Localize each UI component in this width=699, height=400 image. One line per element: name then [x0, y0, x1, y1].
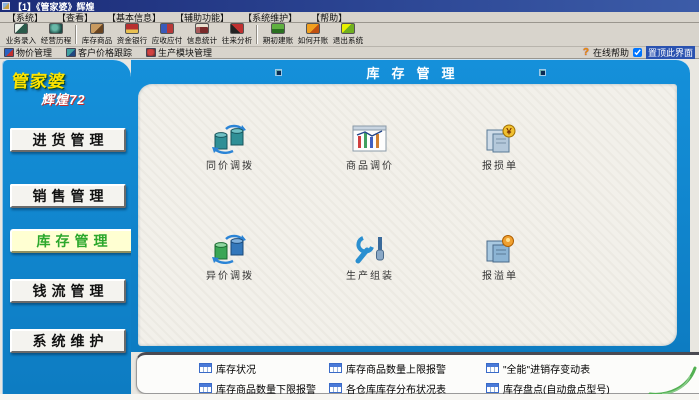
- feature-overflow-report[interactable]: 报溢单: [440, 234, 560, 298]
- toolbar-funds-bank[interactable]: 资金银行: [114, 23, 149, 46]
- menu-view[interactable]: 【查看】: [50, 11, 100, 24]
- report-links-panel: 库存状况 库存商品数量上限报警 "全能"进销存变动表 库存商品数量下限报警 各仓…: [136, 352, 699, 394]
- sidebar-item-sales[interactable]: 销售管理: [10, 184, 126, 208]
- feature-goods-price-adjust[interactable]: 商品调价: [310, 124, 430, 188]
- report-table-icon: [329, 363, 342, 373]
- toolbar-price-manage[interactable]: 物价管理: [4, 46, 52, 59]
- toolbar-analysis[interactable]: 往来分析: [219, 23, 254, 46]
- money-icon: [160, 23, 174, 34]
- help-icon: ?: [583, 47, 589, 58]
- secondary-toolbar: 物价管理 客户价格跟踪 生产模块管理 ? 在线帮助 置顶此界面: [0, 47, 699, 59]
- toolbar-info-statistics[interactable]: 信息统计: [184, 23, 219, 46]
- link-inventory-status[interactable]: 库存状况: [199, 360, 256, 376]
- sidebar-item-inventory[interactable]: 库存管理: [10, 229, 134, 253]
- title-bullet-icon: [539, 69, 546, 76]
- report-table-icon: [486, 383, 499, 393]
- menu-aux-functions[interactable]: 【辅助功能】: [168, 11, 236, 24]
- menu-system[interactable]: 【系统】: [0, 11, 50, 24]
- main-title-row: 库存管理: [131, 60, 690, 84]
- title-bullet-icon: [275, 69, 282, 76]
- feature-production-assembly[interactable]: 生产组装: [310, 234, 430, 298]
- price-manage-icon: [4, 48, 14, 57]
- report-table-icon: [329, 383, 342, 393]
- online-help-link[interactable]: 在线帮助: [593, 46, 629, 59]
- topmost-checkbox[interactable]: [633, 48, 642, 57]
- page-title: 库存管理: [354, 63, 466, 82]
- svg-text:￥: ￥: [505, 127, 513, 136]
- main-toolbar: 业务录入 经营历程 库存商品 资金银行 应收应付 信息统计 往来分析: [0, 23, 699, 47]
- toolbar-right-group: ? 在线帮助 置顶此界面: [583, 46, 695, 59]
- menu-help[interactable]: 【帮助】: [304, 11, 354, 24]
- toolbar-initial-account[interactable]: 期初建账: [260, 23, 295, 46]
- topmost-label[interactable]: 置顶此界面: [646, 46, 695, 59]
- mascot-swirl-decoration: [648, 364, 698, 398]
- production-assembly-icon: [352, 234, 388, 264]
- toolbar-receivable-payable[interactable]: 应收应付: [149, 23, 184, 46]
- toolbar-business-history[interactable]: 经营历程: [38, 23, 73, 46]
- history-icon: [49, 23, 63, 34]
- bank-icon: [125, 23, 139, 34]
- toolbar-business-entry[interactable]: 业务录入: [3, 23, 38, 46]
- question-icon: [306, 23, 320, 34]
- toolbar-how-to-open[interactable]: 如何开账: [295, 23, 330, 46]
- report-table-icon: [199, 383, 212, 393]
- main-panel: 库存管理 同价调拨: [131, 59, 690, 352]
- toolbar-exit-system[interactable]: 退出系统: [330, 23, 365, 46]
- loss-report-icon: ￥: [482, 124, 518, 154]
- menu-bar: 【系统】 【查看】 【基本信息】 【辅助功能】 【系统维护】 【帮助】: [0, 12, 699, 23]
- sidebar-item-purchase[interactable]: 进货管理: [10, 128, 126, 152]
- toolbar-customer-price-track[interactable]: 客户价格跟踪: [66, 46, 132, 59]
- exit-icon: [341, 23, 355, 34]
- goods-icon: [90, 23, 104, 34]
- overflow-report-icon: [482, 234, 518, 264]
- toolbar-separator: [75, 25, 77, 44]
- analysis-icon: [230, 23, 244, 34]
- same-price-transfer-icon: [211, 124, 249, 154]
- entry-icon: [14, 23, 28, 34]
- menu-system-maintenance[interactable]: 【系统维护】: [236, 11, 304, 24]
- init-icon: [271, 23, 285, 34]
- stats-icon: [195, 23, 209, 34]
- sidebar-item-maintenance[interactable]: 系统维护: [10, 329, 126, 353]
- menu-basic-info[interactable]: 【基本信息】: [100, 11, 168, 24]
- report-table-icon: [199, 363, 212, 373]
- customer-price-icon: [66, 48, 76, 57]
- toolbar-production-module[interactable]: 生产模块管理: [146, 46, 212, 59]
- production-module-icon: [146, 48, 156, 57]
- sidebar: 管家婆 辉煌72 进货管理 销售管理 库存管理 钱流管理 系统维护: [2, 59, 131, 394]
- report-table-icon: [486, 363, 499, 373]
- brand-edition: 辉煌72: [41, 89, 85, 108]
- feature-diff-price-transfer[interactable]: 异价调拨: [170, 234, 290, 298]
- toolbar-inventory-goods[interactable]: 库存商品: [79, 23, 114, 46]
- link-allround-change-table[interactable]: "全能"进销存变动表: [486, 360, 590, 376]
- app-icon: [2, 2, 10, 10]
- feature-canvas: 同价调拨 商品调价: [138, 84, 677, 346]
- feature-same-price-transfer[interactable]: 同价调拨: [170, 124, 290, 188]
- feature-loss-report[interactable]: ￥ 报损单: [440, 124, 560, 188]
- link-upper-limit-alert[interactable]: 库存商品数量上限报警: [329, 360, 446, 376]
- goods-price-adjust-icon: [352, 124, 388, 154]
- toolbar-separator: [256, 25, 258, 44]
- diff-price-transfer-icon: [211, 234, 249, 264]
- bottom-strip: [0, 394, 699, 400]
- sidebar-item-cashflow[interactable]: 钱流管理: [10, 279, 126, 303]
